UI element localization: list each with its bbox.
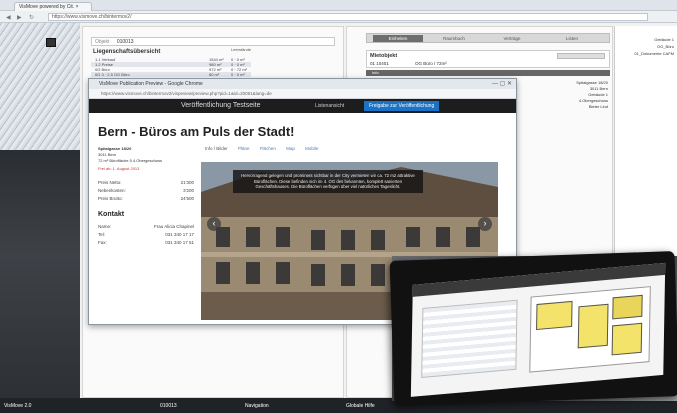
tablet-screen [410, 262, 666, 397]
publish-button[interactable]: Freigabe zur Veröffentlichung [364, 101, 440, 111]
tab-info-bilder[interactable]: Info / Bilder [205, 146, 228, 151]
contact-row: Tel: 031 340 17 17 [98, 232, 194, 237]
objekt-label: Objekt [95, 39, 110, 45]
address-bar[interactable]: https://www.vismove.ch/bintermov2/ [48, 13, 648, 21]
mietobjekt-title: Mietobjekt [370, 53, 398, 59]
status-help[interactable]: Globale Hilfe [346, 403, 375, 409]
reload-icon[interactable]: ↻ [29, 14, 34, 21]
tab-raumbuch[interactable]: Raumbuch [429, 35, 479, 42]
detail-tabs: Einheiten Raumbuch Verträge Listen [366, 33, 610, 43]
tab-einheiten[interactable]: Einheiten [373, 35, 423, 42]
address-city: 3011 Bern [98, 152, 117, 157]
price-row: Preis Netto: 21'300 [98, 180, 194, 185]
table-row[interactable]: 0G 3 · 2.5 OG Büro 80 m² 0 · 0 m² [91, 72, 251, 77]
area-info: 72 m² Bürofläche 5 4.Obergeschoss [98, 158, 163, 163]
overview-table: 1.1 Verkauf 1544 m² 0 · 0 m² 1.2 Preise 980… [91, 57, 251, 77]
column-header: Leerstände [231, 47, 252, 52]
desktop-background-dark [0, 150, 80, 413]
status-objekt: 010013 [160, 403, 177, 409]
next-image-button[interactable]: › [478, 217, 492, 231]
tab-map[interactable]: Map [286, 146, 295, 151]
preview-header: Veröffentlichung Testseite Listenansicht… [89, 99, 516, 113]
contact-title: Kontakt [98, 211, 125, 218]
availability: Frei ab: 1. August 2013 [98, 166, 140, 171]
mietobjekt-box: Mietobjekt 01 10401 OG Büro / 72m² [366, 50, 610, 68]
window-controls-icon[interactable]: — ▢ ✕ [492, 79, 512, 89]
forward-icon[interactable]: ▶ [17, 14, 22, 21]
objekt-field[interactable]: Objekt 010013 [91, 37, 335, 46]
address-line: Bieter Lind [588, 104, 608, 109]
mietobjekt-id: 01 10401 [370, 61, 389, 66]
photo-caption: Hervorragend gelegen und prominent sicht… [233, 170, 423, 193]
mietobjekt-desc: OG Büro / 72m² [415, 61, 447, 66]
prev-image-button[interactable]: ‹ [207, 217, 221, 231]
list-view-link[interactable]: Listenansicht [315, 103, 344, 109]
listing-tabs: Info / Bilder Pläne Flächen Map Mobile [205, 146, 327, 151]
doc-item[interactable]: OG_Büro [618, 43, 674, 50]
doc-item[interactable]: Gebäude 1 [618, 36, 674, 43]
status-app: VisMove 2.0 [4, 403, 32, 409]
contact-row: Name: Frau Alicia Chapinel [98, 224, 194, 229]
section-title: Liegenschaftsübersicht [93, 49, 161, 55]
info-bar[interactable]: Info [366, 70, 610, 76]
browser-tabstrip: VisMove powered by Cit. × [0, 0, 677, 11]
listing-headline: Bern - Büros am Puls der Stadt! [98, 124, 295, 139]
window-titlebar: VisMove Publication Preview - Google Chr… [89, 79, 516, 89]
browser-toolbar: ◀ ▶ ↻ https://www.vismove.ch/bintermov2/ [0, 11, 677, 23]
tab-mobile[interactable]: Mobile [305, 146, 318, 151]
tab-flaechen[interactable]: Flächen [260, 146, 276, 151]
preview-title: Veröffentlichung Testseite [181, 102, 261, 109]
status-navigation[interactable]: Navigation [245, 403, 269, 409]
printer-icon[interactable] [46, 38, 56, 47]
address-block: Spitalgasse 18/20 3011 Bern Gebäude 1 4.… [540, 80, 608, 110]
doc-item[interactable]: 01_Dokumente CAFM [618, 50, 674, 57]
price-row: Preis Brutto: 24'500 [98, 196, 194, 201]
tablet-image [389, 251, 677, 406]
tab-listen[interactable]: Listen [547, 35, 597, 42]
back-icon[interactable]: ◀ [6, 14, 11, 21]
info-label: Info [372, 70, 379, 75]
tab-plaene[interactable]: Pläne [238, 146, 250, 151]
address-street: Spitalgasse 18/20 [98, 146, 132, 151]
contact-row: Fax: 031 340 17 51 [98, 240, 194, 245]
price-row: Nebenkosten: 3'200 [98, 188, 194, 193]
tab-vertraege[interactable]: Verträge [487, 35, 537, 42]
objekt-value: 010013 [116, 39, 134, 45]
browser-tab[interactable]: VisMove powered by Cit. × [14, 2, 92, 11]
popup-address-bar[interactable]: https://www.vismove.ch/bintermov2/vispev… [89, 89, 516, 99]
action-buttons[interactable] [557, 53, 605, 59]
